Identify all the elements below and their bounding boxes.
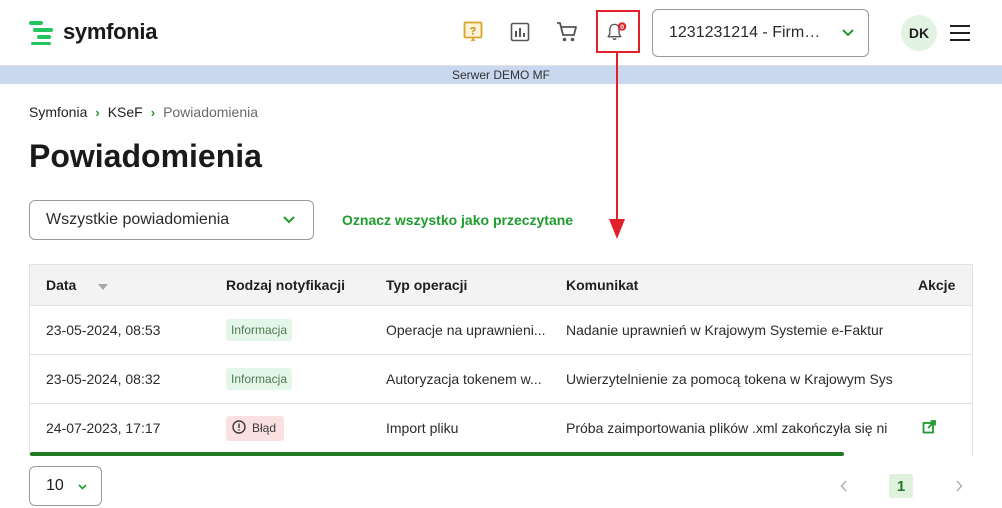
open-external-icon[interactable] [922,419,936,437]
page-size-select[interactable]: 10 [29,466,102,506]
filter-select-value: Wszystkie powiadomienia [46,211,230,228]
logo-mark-icon [29,19,55,45]
svg-text:?: ? [470,26,477,38]
column-header-kind: Rodzaj notyfikacji [226,277,346,293]
column-header-date[interactable]: Data [46,265,216,305]
next-page-button[interactable] [947,474,971,498]
notifications-table: Data Rodzaj notyfikacji Typ operacji Kom… [29,264,973,456]
symfonia-logo[interactable]: symfonia [29,19,157,45]
row-message: Uwierzytelnienie za pomocą tokena w Kraj… [566,371,893,387]
breadcrumb: Symfonia › KSeF › Powiadomienia [29,104,258,120]
mark-all-read-link[interactable]: Oznacz wszystko jako przeczytane [342,212,573,228]
table-row[interactable]: 23-05-2024, 08:53 Informacja Operacje na… [30,305,972,354]
chevron-right-icon: › [150,104,156,120]
horizontal-scrollbar[interactable] [30,452,844,456]
row-actions [918,355,968,403]
cart-icon[interactable] [556,21,578,43]
status-badge: Informacja [226,368,293,390]
chevron-down-icon [283,211,295,229]
page-title: Powiadomienia [29,138,262,174]
annotation-arrow-line [616,53,618,221]
top-header: symfonia ? 0 1231231214 - Firma d... DK [0,0,1002,66]
table-header: Data Rodzaj notyfikacji Typ operacji Kom… [30,265,972,305]
row-date: 23-05-2024, 08:32 [46,371,161,387]
server-bar: Serwer DEMO MF [0,66,1002,84]
reports-icon[interactable] [509,21,531,43]
chevron-down-icon [842,24,854,42]
column-header-message: Komunikat [566,277,639,293]
row-operation: Autoryzacja tokenem w... [386,371,542,387]
prev-page-button[interactable] [832,474,856,498]
breadcrumb-ksef[interactable]: KSeF [108,104,143,120]
column-header-operation: Typ operacji [386,277,468,293]
row-message: Nadanie uprawnień w Krajowym Systemie e-… [566,322,884,338]
brand-name: symfonia [63,19,158,44]
company-select[interactable]: 1231231214 - Firma d... [652,9,869,57]
column-header-actions: Akcje [918,277,956,293]
row-date: 24-07-2023, 17:17 [46,420,161,436]
notification-filter-select[interactable]: Wszystkie powiadomienia [29,200,314,240]
row-actions [918,404,968,452]
company-select-value: 1231231214 - Firma d... [669,24,829,41]
row-actions [918,306,968,354]
breadcrumb-current: Powiadomienia [163,104,259,120]
status-badge: Błąd [226,415,285,441]
table-row[interactable]: 23-05-2024, 08:32 Informacja Autoryzacja… [30,354,972,403]
avatar[interactable]: DK [901,15,937,51]
breadcrumb-symfonia[interactable]: Symfonia [29,104,87,120]
sort-desc-icon[interactable] [98,277,109,293]
row-operation: Import pliku [386,420,459,436]
page-size-value: 10 [46,477,64,494]
row-date: 23-05-2024, 08:53 [46,322,161,338]
menu-icon[interactable] [950,25,970,41]
chevron-right-icon: › [95,104,100,120]
error-icon [232,419,246,437]
help-icon[interactable]: ? [462,21,484,43]
row-message: Próba zaimportowania plików .xml zakończ… [566,420,888,436]
status-badge: Informacja [226,319,293,341]
bell-highlight-box [596,10,640,53]
annotation-arrow-head [609,219,625,239]
table-row[interactable]: 24-07-2023, 17:17 Błąd Import pliku Prób… [30,403,972,452]
row-operation: Operacje na uprawnieni... [386,322,546,338]
chevron-down-icon [78,477,87,495]
page-button-current[interactable]: 1 [889,474,913,498]
